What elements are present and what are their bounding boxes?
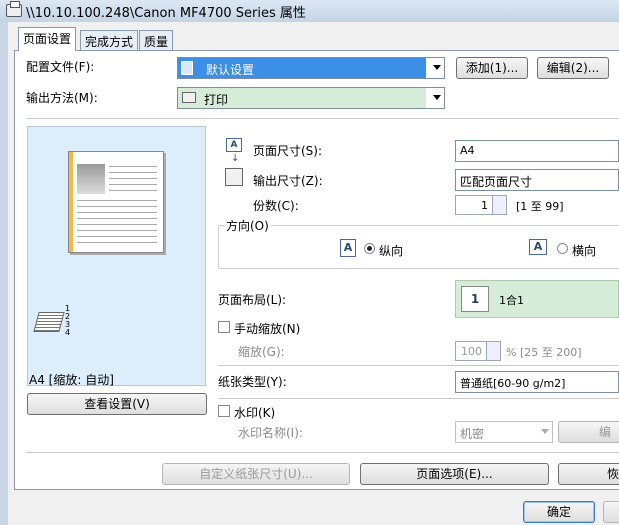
- portrait-label: 纵向: [379, 244, 404, 258]
- chevron-down-icon: [541, 429, 549, 434]
- watermark-name-label: 水印名称(I):: [238, 426, 303, 440]
- divider: [26, 452, 619, 453]
- landscape-icon: A: [529, 239, 547, 255]
- edit-profile-button[interactable]: 编辑(2)...: [537, 57, 609, 79]
- spin-down-icon[interactable]: [486, 351, 500, 360]
- divider: [218, 398, 619, 399]
- scale-value: 100: [461, 345, 482, 358]
- scale-stepper[interactable]: 100: [455, 341, 501, 361]
- paper-preview: [68, 151, 164, 253]
- page-layout-select[interactable]: 1 1合1: [455, 280, 619, 318]
- output-method-value: 打印: [204, 93, 229, 107]
- output-size-label: 输出尺寸(Z):: [253, 174, 323, 188]
- spin-up-icon[interactable]: [486, 342, 500, 351]
- scale-range: % [25 至 200]: [506, 346, 582, 359]
- copies-order-icon: 1234: [65, 304, 71, 337]
- edit-watermark-button[interactable]: 编: [558, 421, 619, 443]
- profile-label: 配置文件(F):: [26, 60, 95, 74]
- cancel-button-partial[interactable]: [603, 501, 619, 523]
- restore-defaults-button[interactable]: 恢: [558, 463, 619, 485]
- manual-scale-checkbox[interactable]: [218, 321, 230, 333]
- ok-button[interactable]: 确定: [523, 501, 595, 523]
- output-size-select[interactable]: 匹配页面尺寸: [455, 169, 619, 191]
- chevron-down-icon: [433, 65, 441, 70]
- output-dropdown-area: [426, 88, 444, 108]
- copies-stepper[interactable]: 1: [455, 195, 507, 215]
- arrow-down-icon: ↓: [231, 153, 240, 164]
- output-method-label: 输出方法(M):: [26, 91, 98, 105]
- spin-up-icon[interactable]: [492, 196, 506, 205]
- landscape-label: 横向: [572, 244, 597, 258]
- page-layout-label: 页面布局(L):: [218, 293, 287, 307]
- watermark-select[interactable]: 机密: [455, 421, 553, 443]
- watermark-checkbox[interactable]: [218, 405, 230, 417]
- page-options-button[interactable]: 页面选项(E)...: [360, 463, 549, 485]
- chevron-down-icon: [433, 95, 441, 100]
- window-title: \\10.10.100.248\Canon MF4700 Series 属性: [26, 6, 306, 21]
- paper-type-label: 纸张类型(Y):: [218, 375, 287, 389]
- tab-finishing[interactable]: 完成方式: [80, 30, 139, 50]
- paper-stack-icon: [33, 312, 65, 332]
- divider: [218, 365, 619, 366]
- scale-label: 缩放(G):: [238, 345, 285, 359]
- paper-type-select[interactable]: 普通纸[60-90 g/m2]: [455, 371, 619, 393]
- layout-value: 1合1: [499, 294, 524, 307]
- portrait-icon: A: [340, 239, 356, 257]
- watermark-value: 机密: [460, 427, 485, 441]
- manual-scale-label: 手动缩放(N): [234, 322, 301, 336]
- tab-quality[interactable]: 质量: [139, 30, 174, 50]
- layout-number: 1: [461, 286, 489, 312]
- copies-value: 1: [481, 199, 488, 212]
- add-profile-button[interactable]: 添加(1)...: [456, 57, 528, 79]
- orientation-label: 方向(O): [224, 217, 271, 234]
- landscape-radio[interactable]: [557, 243, 568, 254]
- page-size-label: 页面尺寸(S):: [253, 144, 323, 158]
- page-size-icon: A: [226, 138, 242, 152]
- copies-label: 份数(C):: [253, 199, 299, 213]
- preview-caption: A4 [缩放: 自动]: [29, 373, 114, 387]
- tab-page-setup[interactable]: 页面设置: [18, 27, 77, 51]
- printer-small-icon: [182, 92, 196, 103]
- profile-dropdown-area: [426, 58, 444, 78]
- profile-value: 默认设置: [206, 63, 255, 77]
- divider: [26, 118, 619, 119]
- output-method-select[interactable]: 打印: [177, 87, 445, 109]
- spin-down-icon[interactable]: [492, 205, 506, 214]
- view-settings-button[interactable]: 查看设置(V): [27, 393, 207, 415]
- custom-paper-size-button[interactable]: 自定义纸张尺寸(U)...: [162, 463, 350, 485]
- page-size-select[interactable]: A4: [455, 140, 619, 162]
- output-size-icon: [225, 168, 243, 186]
- printer-icon: [6, 1, 22, 17]
- watermark-label: 水印(K): [234, 406, 276, 420]
- profile-select[interactable]: 默认设置: [177, 57, 445, 79]
- copies-range: [1 至 99]: [516, 200, 564, 213]
- profile-icon: [181, 61, 193, 75]
- portrait-radio[interactable]: [364, 243, 375, 254]
